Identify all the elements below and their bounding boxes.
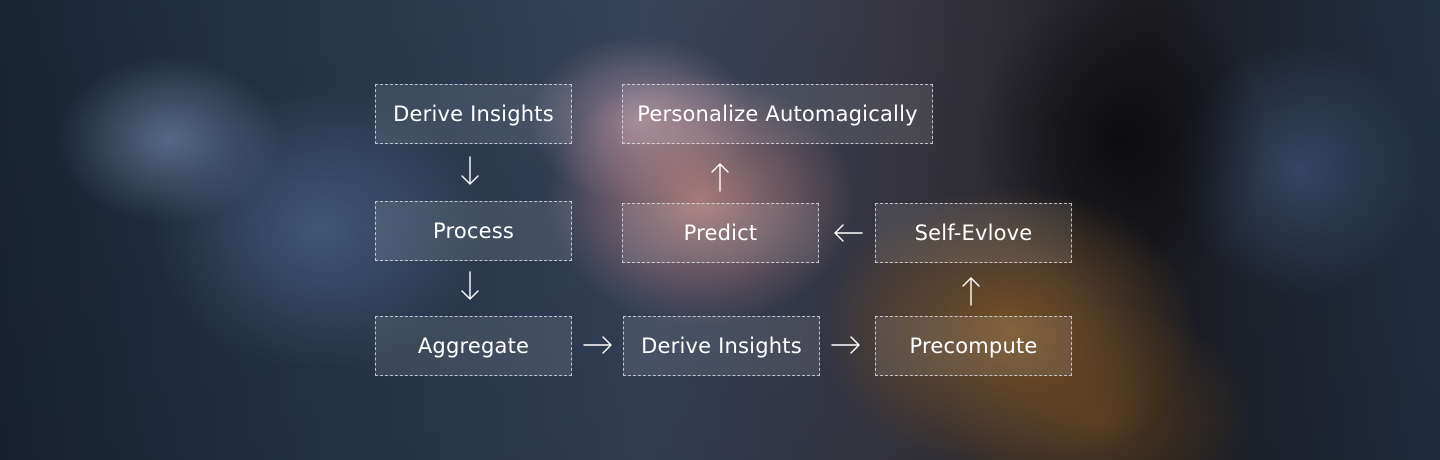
node-personalize-automagically: Personalize Automagically [622, 84, 933, 144]
node-precompute: Precompute [875, 316, 1072, 376]
arrow-up-icon [962, 277, 980, 306]
arrow-down-icon [461, 156, 479, 185]
node-aggregate: Aggregate [375, 316, 572, 376]
node-derive-insights-bottom: Derive Insights [623, 316, 820, 376]
arrow-left-icon [834, 224, 863, 242]
node-derive-insights-top: Derive Insights [375, 84, 572, 144]
node-process: Process [375, 201, 572, 261]
banner: Derive Insights Personalize Automagicall… [0, 0, 1440, 460]
arrow-right-icon [583, 336, 612, 354]
arrow-right-icon [831, 336, 860, 354]
arrow-up-icon [711, 163, 729, 192]
node-self-evolve: Self-Evlove [875, 203, 1072, 263]
arrow-down-icon [461, 271, 479, 300]
node-predict: Predict [622, 203, 819, 263]
